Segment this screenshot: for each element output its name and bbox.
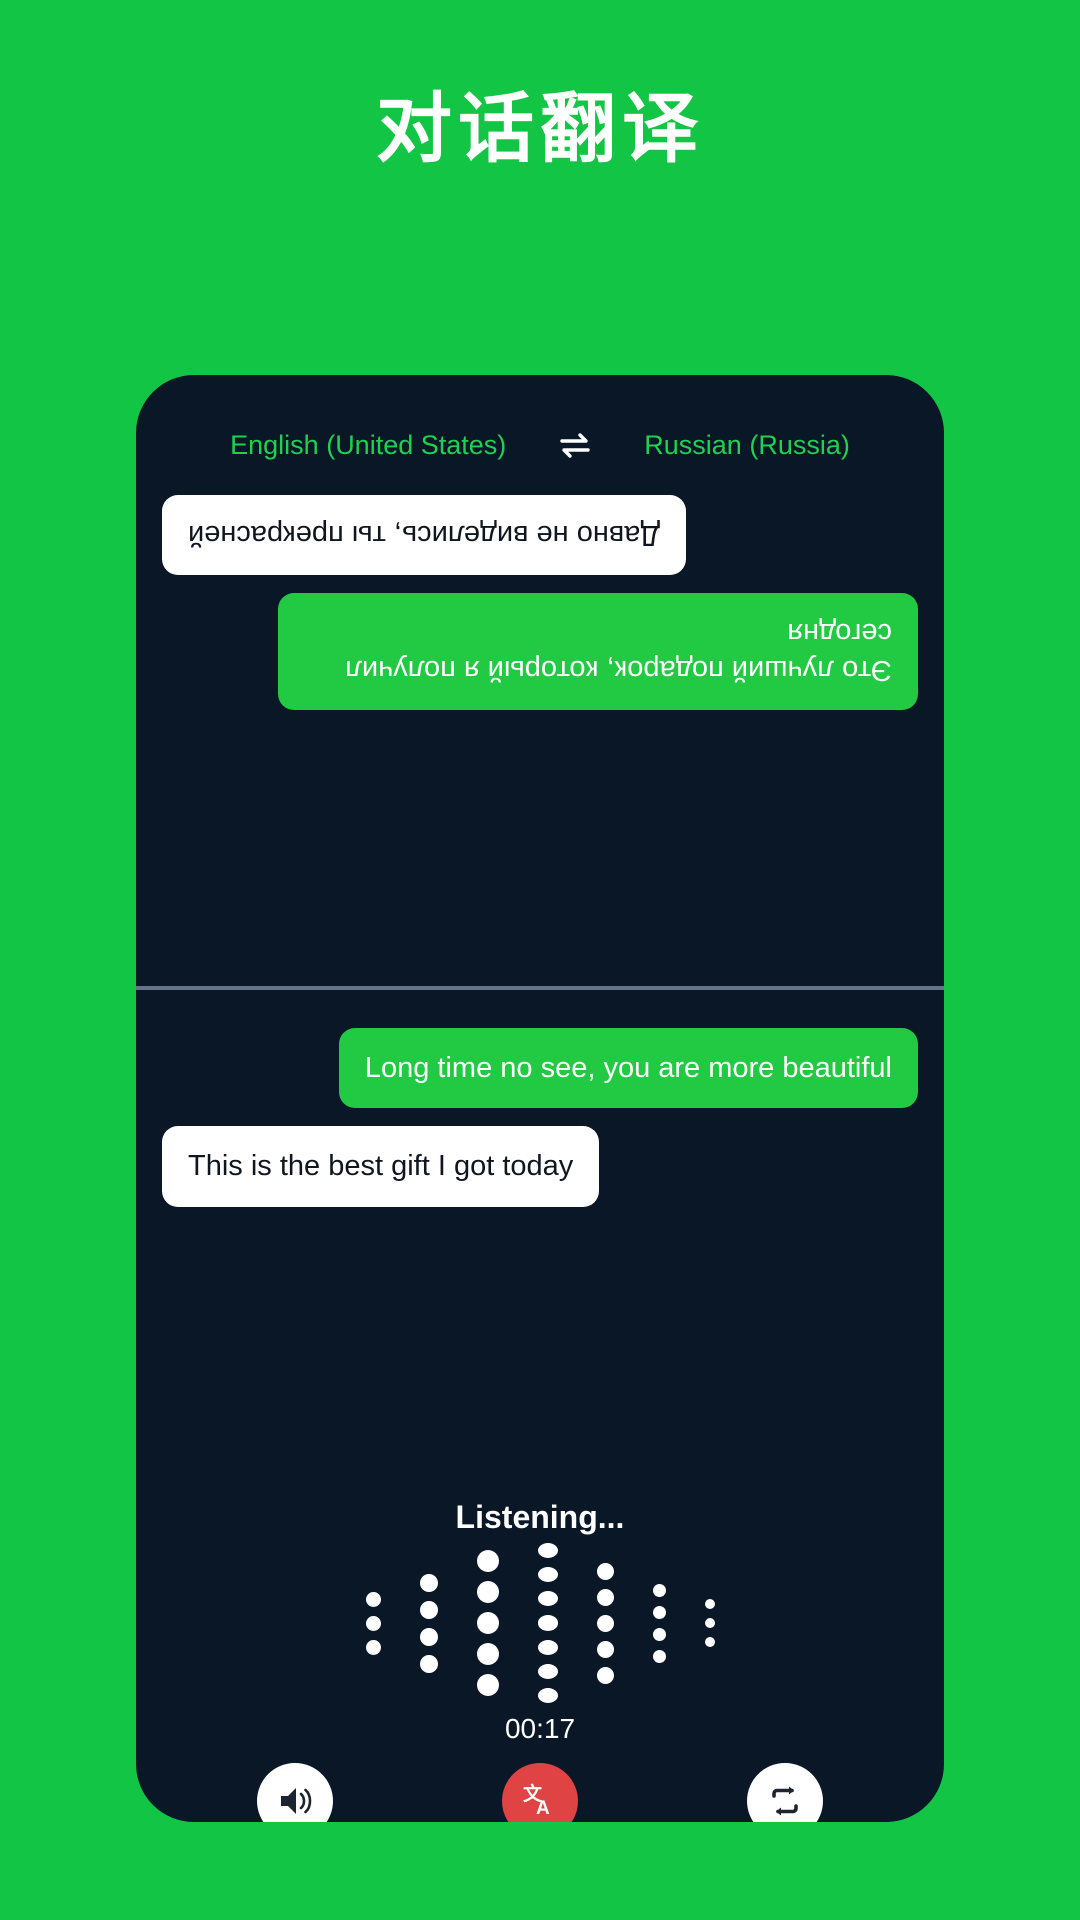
waveform-column — [537, 1543, 558, 1703]
listening-status-label: Listening... — [455, 1499, 625, 1535]
waveform-dot — [652, 1605, 666, 1619]
waveform-dot — [419, 1654, 438, 1673]
waveform-dot — [596, 1588, 614, 1606]
waveform-dot — [476, 1643, 499, 1665]
swap-horizontal-icon[interactable] — [558, 431, 592, 461]
waveform-dot — [596, 1666, 614, 1684]
waveform-dot — [537, 1687, 558, 1703]
page-title: 对话翻译 — [376, 87, 704, 172]
language-bar: English (United States) Russian (Russia) — [136, 430, 944, 461]
recording-timer: 00:17 — [504, 1713, 576, 1744]
message-bubble-remote-2[interactable]: Давно не виделись, ты прекрасней — [162, 495, 687, 576]
waveform-dot — [652, 1583, 666, 1597]
waveform-dot — [476, 1581, 499, 1603]
svg-text:A: A — [536, 1798, 550, 1819]
waveform-column — [596, 1543, 614, 1703]
waveform-dot — [419, 1627, 438, 1646]
waveform-dot — [537, 1615, 558, 1631]
waveform-column — [419, 1543, 438, 1703]
waveform-dot — [596, 1640, 614, 1658]
message-row: Давно не виделись, ты прекрасней — [162, 495, 918, 576]
message-bubble-remote-1[interactable]: Это лучший подарок, который я получил се… — [278, 593, 918, 710]
waveform-dot — [537, 1639, 558, 1655]
control-bar: Speaker is on 文 A Quit Toggle — [136, 1763, 944, 1822]
waveform-dot — [476, 1612, 499, 1634]
speaker-toggle-button[interactable]: Speaker is on — [180, 1763, 410, 1822]
waveform-dot — [537, 1663, 558, 1679]
waveform-dot — [476, 1674, 499, 1696]
waveform-dot — [704, 1599, 715, 1609]
waveform-dot — [704, 1637, 715, 1647]
message-bubble-local-1[interactable]: Long time no see, you are more beautiful — [338, 1028, 918, 1109]
waveform-dot — [419, 1600, 438, 1619]
message-bubble-local-2[interactable]: This is the best gift I got today — [162, 1126, 600, 1207]
remote-conversation-pane: Это лучший подарок, который я получил се… — [136, 495, 944, 983]
local-conversation-pane: Long time no see, you are more beautiful… — [136, 1000, 944, 1455]
waveform-dot — [365, 1615, 381, 1631]
waveform-dot — [596, 1562, 614, 1580]
waveform-dot — [365, 1639, 381, 1655]
waveform-dot — [652, 1627, 666, 1641]
waveform-dot — [596, 1614, 614, 1632]
waveform-column — [652, 1543, 666, 1703]
waveform-dot — [652, 1649, 666, 1663]
waveform-dot — [365, 1591, 381, 1607]
waveform-dot — [537, 1567, 558, 1583]
source-language-selector[interactable]: English (United States) — [230, 430, 506, 461]
waveform-dot — [537, 1543, 558, 1559]
waveform-dot — [419, 1573, 438, 1592]
speaker-on-icon[interactable] — [256, 1763, 333, 1822]
message-row: Long time no see, you are more beautiful — [162, 1028, 918, 1109]
translate-icon[interactable]: 文 A — [501, 1763, 578, 1822]
pane-divider — [136, 986, 944, 990]
audio-waveform-visualizer — [136, 1543, 944, 1703]
waveform-column — [365, 1543, 381, 1703]
message-row: This is the best gift I got today — [162, 1126, 918, 1207]
waveform-dot — [704, 1618, 715, 1628]
repeat-icon[interactable] — [747, 1763, 824, 1822]
waveform-column — [476, 1543, 499, 1703]
target-language-selector[interactable]: Russian (Russia) — [644, 430, 850, 461]
toggle-button[interactable]: Toggle — [670, 1763, 900, 1822]
waveform-column — [704, 1543, 715, 1703]
waveform-dot — [476, 1550, 499, 1572]
waveform-dot — [537, 1591, 558, 1607]
quit-button[interactable]: 文 A Quit — [425, 1763, 655, 1822]
phone-card: English (United States) Russian (Russia)… — [136, 375, 944, 1822]
message-row: Это лучший подарок, который я получил се… — [162, 593, 918, 710]
